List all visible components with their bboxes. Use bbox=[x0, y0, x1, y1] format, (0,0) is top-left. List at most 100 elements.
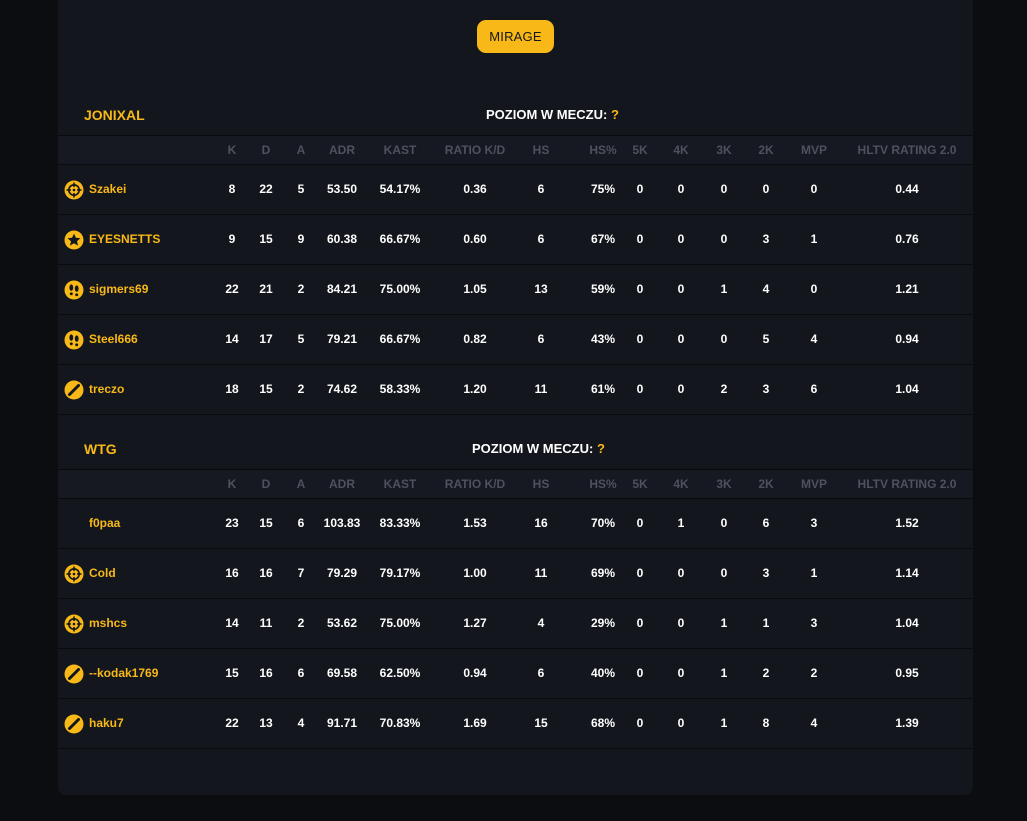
player-name-link[interactable]: Szakei bbox=[89, 165, 126, 214]
column-header[interactable]: HLTV RATING 2.0 bbox=[858, 470, 957, 498]
column-header[interactable]: KAST bbox=[384, 136, 417, 164]
stat-cell: 75.00% bbox=[379, 282, 421, 296]
footsteps-icon bbox=[64, 280, 84, 300]
column-header[interactable]: 5K bbox=[632, 136, 647, 164]
player-row: --kodak1769 15 16 6 69.58 62.50% 0.94 6 40% 0 0 1 2 2… bbox=[58, 649, 973, 699]
stat-cell: 13 bbox=[259, 716, 273, 730]
stat-cell: 0 bbox=[720, 332, 728, 346]
player-name-link[interactable]: mshcs bbox=[89, 599, 127, 648]
column-header[interactable]: 2K bbox=[758, 470, 773, 498]
column-header[interactable]: RATIO K/D bbox=[445, 470, 505, 498]
stat-cell: 0 bbox=[810, 282, 818, 296]
stat-cell: 62.50% bbox=[379, 666, 421, 680]
stat-cell: 0 bbox=[636, 616, 644, 630]
stat-cell: 1 bbox=[720, 282, 728, 296]
column-header[interactable]: HS bbox=[533, 136, 550, 164]
team-name[interactable]: WTG bbox=[84, 429, 117, 469]
stat-cell: 1.52 bbox=[895, 516, 919, 530]
stat-cell: 11 bbox=[534, 566, 548, 580]
column-header[interactable]: MVP bbox=[801, 136, 827, 164]
player-name-link[interactable]: EYESNETTS bbox=[89, 215, 160, 264]
stat-cell: 2 bbox=[720, 382, 728, 396]
stat-cell: 0 bbox=[636, 516, 644, 530]
column-header-row: K D A ADR KAST RATIO K/D HS HS% 5K 4K 3K 2K MVP HLTV … bbox=[58, 135, 973, 165]
player-name-link[interactable]: f0paa bbox=[89, 499, 120, 548]
column-header[interactable]: K bbox=[228, 470, 237, 498]
stat-cell: 1.21 bbox=[895, 282, 919, 296]
player-row: f0paa 23 15 6 103.83 83.33% 1.53 16 70% 0 1 0 6 3 1.52 bbox=[58, 499, 973, 549]
stat-cell: 1.00 bbox=[463, 566, 487, 580]
column-header[interactable]: HS% bbox=[589, 136, 616, 164]
column-header[interactable]: RATIO K/D bbox=[445, 136, 505, 164]
stat-cell: 8 bbox=[762, 716, 770, 730]
player-row: treczo 18 15 2 74.62 58.33% 1.20 11 61% 0 0 2 3 6 1.04 bbox=[58, 365, 973, 415]
stat-cell: 70% bbox=[590, 516, 616, 530]
column-header[interactable]: D bbox=[262, 470, 271, 498]
stat-cell: 16 bbox=[259, 666, 273, 680]
stat-cell: 91.71 bbox=[326, 716, 358, 730]
stat-cell: 0.82 bbox=[463, 332, 487, 346]
player-name-link[interactable]: haku7 bbox=[89, 699, 124, 748]
column-header[interactable]: D bbox=[262, 136, 271, 164]
stat-cell: 1 bbox=[720, 616, 728, 630]
stat-cell: 69% bbox=[590, 566, 616, 580]
column-header[interactable]: 5K bbox=[632, 470, 647, 498]
player-row: haku7 22 13 4 91.71 70.83% 1.69 15 68% 0 0 1 8 4 1.39 bbox=[58, 699, 973, 749]
stat-cell: 22 bbox=[225, 282, 239, 296]
player-name-link[interactable]: --kodak1769 bbox=[89, 649, 158, 698]
column-header[interactable]: ADR bbox=[329, 470, 355, 498]
column-header[interactable]: KAST bbox=[384, 470, 417, 498]
team-name[interactable]: JONIXAL bbox=[84, 95, 145, 135]
stat-cell: 43% bbox=[590, 332, 616, 346]
team-header: JONIXAL POZIOM W MECZU: ? bbox=[58, 95, 973, 135]
stat-cell: 22 bbox=[225, 716, 239, 730]
player-name-link[interactable]: treczo bbox=[89, 365, 124, 414]
column-header[interactable]: 4K bbox=[673, 470, 688, 498]
stat-cell: 2 bbox=[297, 382, 305, 396]
stat-cell: 0 bbox=[677, 616, 685, 630]
slash-icon bbox=[64, 380, 84, 400]
player-row: Szakei 8 22 5 53.50 54.17% 0.36 6 75% 0 0 0 0 0 0.44 bbox=[58, 165, 973, 215]
column-header[interactable]: 2K bbox=[758, 136, 773, 164]
column-header[interactable]: HLTV RATING 2.0 bbox=[858, 136, 957, 164]
column-header[interactable]: HS% bbox=[589, 470, 616, 498]
stat-cell: 1.14 bbox=[895, 566, 919, 580]
stat-cell: 0 bbox=[720, 232, 728, 246]
stat-cell: 0 bbox=[677, 182, 685, 196]
stat-cell: 70.83% bbox=[379, 716, 421, 730]
player-name-link[interactable]: Steel666 bbox=[89, 315, 138, 364]
column-header[interactable]: K bbox=[228, 136, 237, 164]
stat-cell: 15 bbox=[534, 716, 548, 730]
column-header[interactable]: HS bbox=[533, 470, 550, 498]
stat-cell: 0.44 bbox=[895, 182, 919, 196]
stat-cell: 2 bbox=[297, 282, 305, 296]
stat-cell: 1 bbox=[720, 666, 728, 680]
stat-cell: 0 bbox=[636, 716, 644, 730]
stat-cell: 6 bbox=[537, 332, 545, 346]
stat-cell: 11 bbox=[259, 616, 273, 630]
column-header[interactable]: MVP bbox=[801, 470, 827, 498]
column-header[interactable]: A bbox=[297, 470, 306, 498]
stat-cell: 66.67% bbox=[379, 332, 421, 346]
stat-cell: 0 bbox=[720, 516, 728, 530]
player-row: Cold 16 16 7 79.29 79.17% 1.00 11 69% 0 0 0 3 1 1.14 bbox=[58, 549, 973, 599]
stat-cell: 53.62 bbox=[326, 616, 358, 630]
stat-cell: 1.27 bbox=[463, 616, 487, 630]
column-header[interactable]: 3K bbox=[716, 136, 731, 164]
column-header[interactable]: A bbox=[297, 136, 306, 164]
column-header[interactable]: 3K bbox=[716, 470, 731, 498]
stat-cell: 83.33% bbox=[379, 516, 421, 530]
match-stats-panel: MIRAGE JONIXAL POZIOM W MECZU: ? K D A ADR KAS… bbox=[58, 0, 973, 795]
map-tab-mirage[interactable]: MIRAGE bbox=[477, 20, 554, 53]
stat-cell: 1.69 bbox=[463, 716, 487, 730]
stat-cell: 0 bbox=[677, 332, 685, 346]
stat-cell: 79.21 bbox=[326, 332, 358, 346]
player-name-link[interactable]: sigmers69 bbox=[89, 265, 148, 314]
player-name-link[interactable]: Cold bbox=[89, 549, 116, 598]
stat-cell: 9 bbox=[228, 232, 236, 246]
stat-cell: 59% bbox=[590, 282, 616, 296]
column-header[interactable]: ADR bbox=[329, 136, 355, 164]
stat-cell: 6 bbox=[810, 382, 818, 396]
stat-cell: 1 bbox=[720, 716, 728, 730]
column-header[interactable]: 4K bbox=[673, 136, 688, 164]
